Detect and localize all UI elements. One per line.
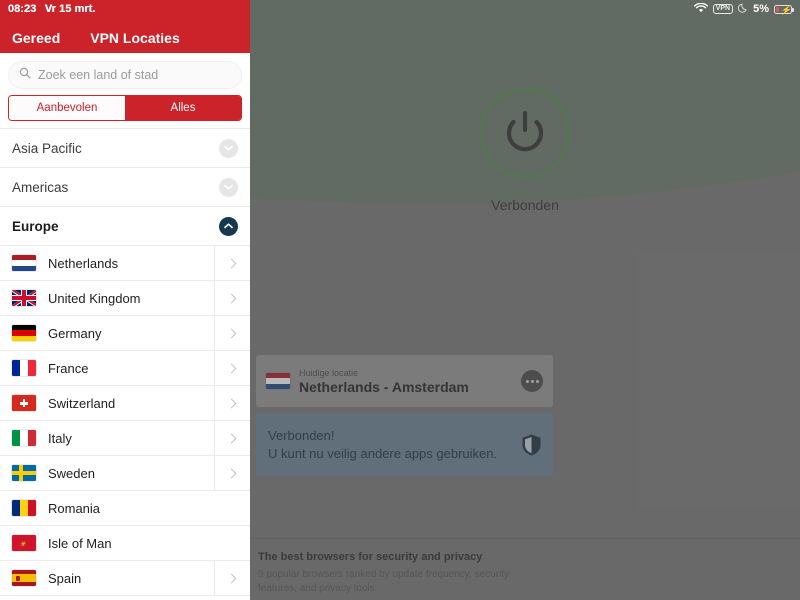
country-row-switzerland[interactable]: Switzerland: [0, 386, 250, 420]
connected-banner-texts: Verbonden! U kunt nu veilig andere apps …: [268, 427, 522, 463]
chevron-right-icon[interactable]: [214, 316, 250, 350]
region-label: Asia Pacific: [12, 140, 82, 156]
segmented-control-container: Aanbevolen Alles: [0, 95, 250, 128]
flag-isle-of-man-icon: ⚹: [12, 535, 36, 551]
chevron-right-icon[interactable]: [214, 561, 250, 595]
region-row-asia-pacific[interactable]: Asia Pacific: [0, 129, 250, 167]
search-input[interactable]: Zoek een land of stad: [8, 61, 242, 89]
status-time: 08:23: [8, 3, 37, 15]
connected-banner-title: Verbonden!: [268, 427, 335, 443]
country-label: Switzerland: [48, 395, 116, 411]
more-ellipsis-icon[interactable]: [521, 370, 543, 392]
flag-united-kingdom-icon: [12, 290, 36, 306]
flag-romania-icon: [12, 500, 36, 516]
country-label: Spain: [48, 570, 82, 586]
status-date: Vr 15 mrt.: [44, 3, 96, 15]
article-divider: [250, 538, 800, 539]
chevron-right-icon[interactable]: [214, 351, 250, 385]
chevron-down-icon[interactable]: [219, 177, 238, 197]
flag-sweden-icon: [12, 465, 36, 481]
current-location-subtitle: Huidige locatie: [299, 367, 359, 378]
vpn-locations-panel: 08:23 Vr 15 mrt. Gereed VPN Locaties Zoe…: [0, 0, 250, 600]
country-label: Sweden: [48, 465, 95, 481]
country-label: United Kingdom: [48, 290, 141, 306]
chevron-right-icon[interactable]: [214, 246, 250, 280]
flag-switzerland-icon: [12, 395, 36, 411]
country-label: Netherlands: [48, 255, 119, 271]
article-subtitle: 9 popular browsers ranked by update freq…: [258, 569, 510, 594]
power-icon: [503, 110, 547, 156]
segmented-control: Aanbevolen Alles: [8, 95, 242, 121]
flag-germany-icon: [12, 325, 36, 341]
country-row-isle-of-man[interactable]: ⚹ Isle of Man: [0, 526, 250, 560]
region-label: Americas: [12, 179, 69, 195]
current-location-title: Netherlands - Amsterdam: [299, 378, 469, 395]
chevron-down-icon[interactable]: [219, 138, 238, 158]
segment-aanbevolen[interactable]: Aanbevolen: [9, 96, 125, 120]
country-label: Italy: [48, 430, 72, 446]
country-row-romania[interactable]: Romania: [0, 491, 250, 525]
segment-alles[interactable]: Alles: [125, 96, 241, 120]
region-row-europe[interactable]: Europe: [0, 207, 250, 245]
country-row-netherlands[interactable]: Netherlands: [0, 246, 250, 280]
panel-header-row: Gereed VPN Locaties: [0, 30, 250, 46]
status-bar-left: 08:23 Vr 15 mrt.: [8, 3, 96, 15]
wifi-icon: [693, 2, 708, 16]
flag-spain-icon: [12, 570, 36, 586]
done-button[interactable]: Gereed: [12, 30, 60, 46]
country-label: Germany: [48, 325, 102, 341]
flag-netherlands-icon: [266, 373, 290, 389]
article-card[interactable]: The best browsers for security and priva…: [250, 540, 800, 600]
region-label: Europe: [12, 218, 59, 234]
country-row-france[interactable]: France: [0, 351, 250, 385]
article-title: The best browsers for security and priva…: [258, 551, 483, 563]
country-row-sweden[interactable]: Sweden: [0, 456, 250, 490]
country-label: France: [48, 360, 89, 376]
list-divider: [0, 595, 250, 596]
country-row-spain[interactable]: Spain: [0, 561, 250, 595]
app-root: 08:23 Vr 15 mrt. VPN 5% ⚡ Verbonden Huid…: [0, 0, 800, 600]
chevron-right-icon[interactable]: [214, 421, 250, 455]
crescent-moon-icon: [737, 3, 748, 16]
connection-status-label: Verbonden: [491, 197, 559, 213]
battery-charging-icon: ⚡: [774, 4, 794, 15]
chevron-right-icon[interactable]: [214, 386, 250, 420]
status-bar: 08:23 Vr 15 mrt. VPN 5% ⚡: [0, 0, 800, 18]
chevron-up-icon[interactable]: [219, 216, 238, 236]
flag-italy-icon: [12, 430, 36, 446]
flag-france-icon: [12, 360, 36, 376]
vpn-badge: VPN: [712, 3, 734, 15]
current-location-card[interactable]: Huidige locatie Netherlands - Amsterdam: [256, 355, 553, 407]
shield-icon: [522, 433, 541, 456]
search-placeholder: Zoek een land of stad: [38, 68, 159, 82]
current-location-texts: Huidige locatie Netherlands - Amsterdam: [299, 367, 521, 396]
panel-title: VPN Locaties: [90, 30, 180, 46]
battery-percent: 5%: [753, 3, 769, 15]
country-label: Isle of Man: [48, 535, 112, 551]
search-icon: [19, 66, 31, 84]
search-container: Zoek een land of stad: [0, 53, 250, 95]
chevron-placeholder: [214, 526, 250, 560]
status-bar-right: VPN 5% ⚡: [693, 2, 794, 16]
country-label: Romania: [48, 500, 101, 516]
locations-list[interactable]: Asia Pacific Americas Europe Netherlands…: [0, 128, 250, 600]
country-row-italy[interactable]: Italy: [0, 421, 250, 455]
power-toggle-button[interactable]: [479, 87, 571, 179]
chevron-right-icon[interactable]: [214, 456, 250, 490]
flag-netherlands-icon: [12, 255, 36, 271]
chevron-placeholder: [214, 491, 250, 525]
connected-banner-subtitle: U kunt nu veilig andere apps gebruiken.: [268, 445, 498, 461]
connected-banner[interactable]: Verbonden! U kunt nu veilig andere apps …: [256, 413, 553, 476]
chevron-right-icon[interactable]: [214, 281, 250, 315]
country-row-united-kingdom[interactable]: United Kingdom: [0, 281, 250, 315]
region-row-americas[interactable]: Americas: [0, 168, 250, 206]
country-row-germany[interactable]: Germany: [0, 316, 250, 350]
